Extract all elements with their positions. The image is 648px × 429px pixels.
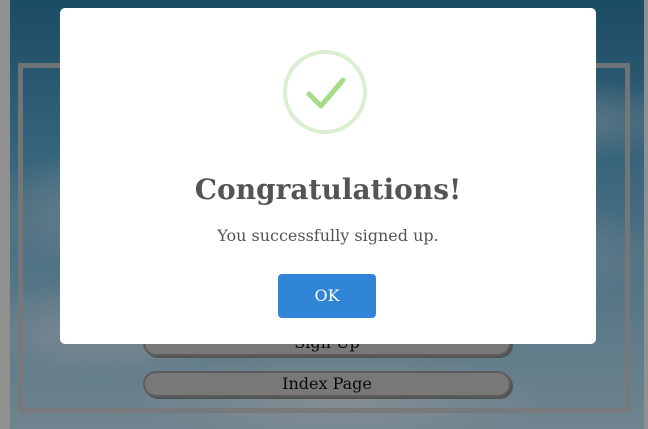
ok-button[interactable]: OK [278,274,376,318]
dialog-message: You successfully signed up. [217,226,439,245]
success-check-icon [283,50,367,134]
success-dialog: Congratulations! You successfully signed… [60,8,596,344]
dialog-title: Congratulations! [194,173,462,206]
